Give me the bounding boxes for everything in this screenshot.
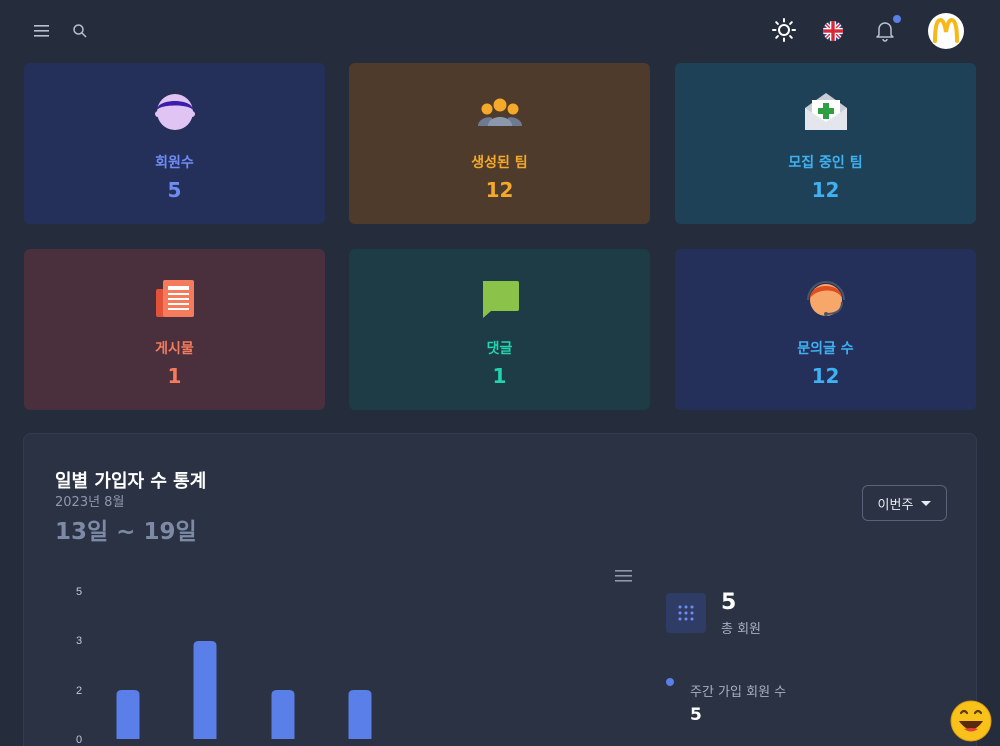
uk-flag-icon[interactable] bbox=[821, 19, 845, 43]
signup-bar-chart: 5 3 2 0 bbox=[76, 586, 372, 746]
card-label: 게시물 bbox=[155, 341, 194, 357]
grid-icon bbox=[678, 605, 694, 621]
total-members-box bbox=[666, 593, 706, 633]
weekly-signups-value: 5 bbox=[690, 705, 702, 725]
top-bar bbox=[0, 0, 1000, 62]
card-value: 12 bbox=[811, 364, 840, 388]
card-value: 12 bbox=[811, 178, 840, 202]
weekly-signups-label: 주간 가입 회원 수 bbox=[690, 685, 787, 700]
chart-bar bbox=[271, 690, 295, 739]
chart-bar bbox=[116, 690, 140, 739]
signup-stats-panel: 일별 가입자 수 통계 2023년 8월 13일 ~ 19일 이번주 5320 … bbox=[23, 433, 977, 746]
card-members[interactable]: 회원수 5 bbox=[24, 63, 325, 224]
card-comments[interactable]: 댓글 1 bbox=[349, 249, 650, 410]
card-posts[interactable]: 게시물 1 bbox=[24, 249, 325, 410]
menu-icon[interactable] bbox=[32, 21, 52, 41]
newspaper-icon bbox=[151, 274, 199, 322]
card-teams[interactable]: 생성된 팀 12 bbox=[349, 63, 650, 224]
avatar[interactable] bbox=[928, 13, 964, 49]
card-value: 5 bbox=[167, 178, 182, 202]
weekly-legend-dot bbox=[666, 678, 674, 686]
chart-bar bbox=[348, 690, 372, 739]
y-tick-label: 5 bbox=[76, 586, 82, 598]
y-tick-label: 2 bbox=[76, 685, 82, 697]
notification-dot bbox=[893, 15, 901, 23]
sun-icon[interactable] bbox=[770, 16, 798, 44]
search-icon[interactable] bbox=[70, 21, 90, 41]
card-value: 12 bbox=[485, 178, 514, 202]
card-label: 댓글 bbox=[486, 341, 513, 357]
total-members-label: 총 회원 bbox=[721, 622, 762, 637]
smile-emoji-icon[interactable] bbox=[950, 700, 992, 742]
support-agent-icon bbox=[802, 274, 850, 322]
team-icon bbox=[476, 88, 524, 136]
panel-title: 일별 가입자 수 통계 bbox=[55, 471, 207, 492]
period-select[interactable]: 이번주 bbox=[862, 485, 947, 521]
card-label: 모집 중인 팀 bbox=[788, 155, 863, 171]
card-value: 1 bbox=[167, 364, 182, 388]
card-label: 회원수 bbox=[155, 155, 194, 171]
card-recruiting[interactable]: 모집 중인 팀 12 bbox=[675, 63, 976, 224]
date-range: 13일 ~ 19일 bbox=[55, 519, 197, 545]
period-select-value: 이번주 bbox=[877, 497, 914, 513]
total-members-value: 5 bbox=[721, 590, 737, 615]
y-tick-label: 3 bbox=[76, 635, 82, 647]
y-tick-label: 0 bbox=[76, 734, 82, 746]
mail-plus-icon bbox=[802, 88, 850, 136]
panel-subtitle: 2023년 8월 bbox=[55, 495, 125, 510]
card-label: 생성된 팀 bbox=[471, 155, 528, 171]
card-value: 1 bbox=[492, 364, 507, 388]
chart-bar bbox=[193, 641, 217, 739]
card-inquiries[interactable]: 문의글 수 12 bbox=[675, 249, 976, 410]
comment-icon bbox=[476, 274, 524, 322]
user-icon bbox=[151, 88, 199, 136]
caret-down-icon bbox=[921, 500, 932, 506]
avatar-logo bbox=[933, 17, 959, 43]
card-label: 문의글 수 bbox=[797, 341, 854, 357]
